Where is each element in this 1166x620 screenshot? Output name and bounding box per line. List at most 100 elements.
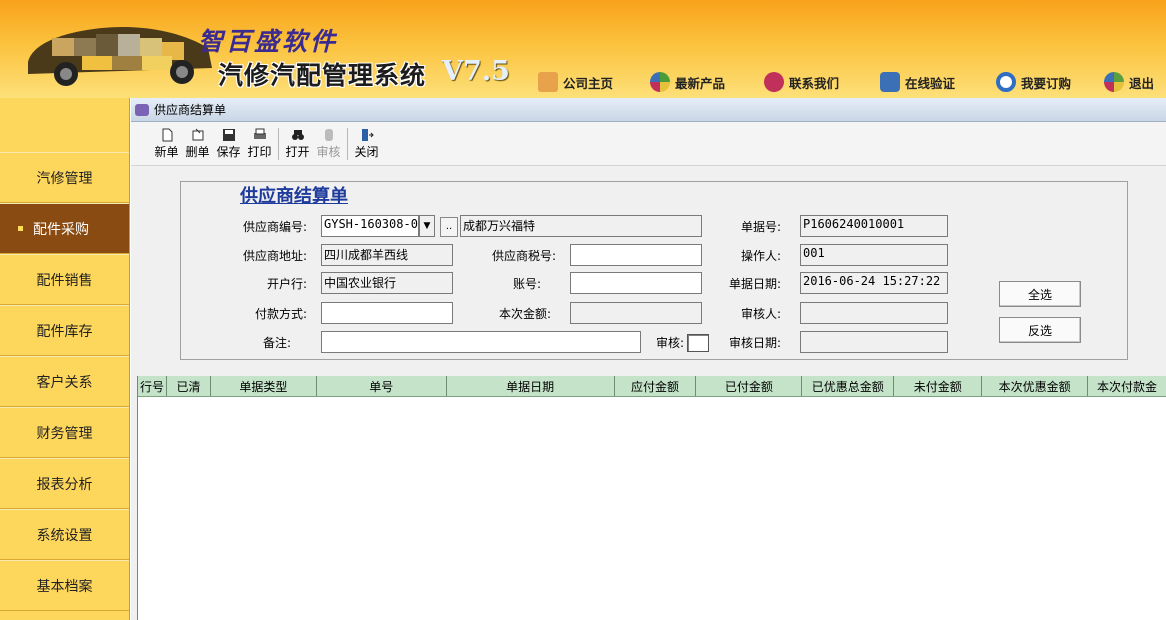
supplier-code-combo[interactable]: GYSH-160308-0( <box>321 215 419 237</box>
remark-field[interactable] <box>321 331 641 353</box>
close-button[interactable]: 关闭 <box>351 128 382 160</box>
audit-label: 审核: <box>655 336 684 350</box>
document-window: 供应商结算单 新单 删单 保存 打印 打开 审核 关闭 供应商结算单 供应商编号… <box>131 98 1166 620</box>
sidebar-item-label: 客户关系 <box>36 374 93 391</box>
link-icon <box>880 72 900 92</box>
nav-home[interactable]: 公司主页 <box>538 72 650 92</box>
nav-contact[interactable]: 联系我们 <box>764 72 880 92</box>
bank-label: 开户行: <box>266 277 307 291</box>
sidebar-item-label: 系统设置 <box>36 527 93 544</box>
nav-products-label: 最新产品 <box>675 75 726 91</box>
grid-column-header[interactable]: 行号 <box>138 376 167 396</box>
form-title: 供应商结算单 <box>240 186 348 207</box>
grid-column-header[interactable]: 本次优惠金额 <box>982 376 1089 396</box>
sidebar-item-finance[interactable]: 财务管理 <box>0 407 129 458</box>
open-button-label: 打开 <box>285 145 310 159</box>
sidebar-item-label: 配件库存 <box>36 323 93 340</box>
supplier-lookup-button[interactable]: .. <box>440 217 458 237</box>
toolbar: 新单 删单 保存 打印 打开 审核 关闭 <box>131 122 1166 166</box>
grid-column-header[interactable]: 已付金额 <box>696 376 803 396</box>
doc-no-field[interactable]: P1606240010001 <box>800 215 948 237</box>
sidebar-item-purchase[interactable]: 配件采购 <box>0 203 129 254</box>
nav-verify[interactable]: 在线验证 <box>880 72 996 92</box>
grid-column-header[interactable]: 已优惠总金额 <box>802 376 895 396</box>
window-titlebar: 供应商结算单 <box>131 98 1166 122</box>
nav-products[interactable]: 最新产品 <box>650 72 764 92</box>
print-button-label: 打印 <box>247 145 272 159</box>
new-button-label: 新单 <box>154 145 179 159</box>
nav-order[interactable]: 我要订购 <box>996 72 1104 92</box>
system-name: 汽修汽配管理系统 <box>218 61 427 90</box>
nav-contact-label: 联系我们 <box>789 75 840 91</box>
tax-no-label: 供应商税号: <box>491 249 556 263</box>
supplier-name-field[interactable]: 成都万兴福特 <box>460 215 702 237</box>
save-icon <box>222 129 235 141</box>
tax-no-field[interactable] <box>570 244 702 266</box>
grid-column-header[interactable]: 单据日期 <box>447 376 615 396</box>
supplier-code-label: 供应商编号: <box>242 220 307 234</box>
sidebar-item-sales[interactable]: 配件销售 <box>0 254 129 305</box>
address-label: 供应商地址: <box>242 249 307 263</box>
sidebar-item-basic-files[interactable]: 基本档案 <box>0 560 129 611</box>
grid-column-header[interactable]: 单号 <box>317 376 447 396</box>
new-document-icon <box>162 128 172 142</box>
address-field[interactable]: 四川成都羊西线 <box>321 244 453 266</box>
chevron-down-icon[interactable]: ▼ <box>419 215 435 237</box>
car-logo <box>28 26 212 86</box>
pay-method-field[interactable] <box>321 302 453 324</box>
system-version: V7.5 <box>442 56 510 87</box>
operator-label: 操作人: <box>740 249 781 263</box>
exit-door-icon <box>361 129 374 141</box>
pinwheel-icon <box>650 72 670 92</box>
open-button[interactable]: 打开 <box>282 128 313 160</box>
active-bullet-icon <box>18 226 23 231</box>
exit-icon <box>1104 72 1124 92</box>
sidebar-item-label: 配件销售 <box>36 272 93 289</box>
grid-column-header[interactable]: 应付金额 <box>615 376 697 396</box>
account-field[interactable] <box>570 272 702 294</box>
audit-button[interactable]: 审核 <box>313 128 344 160</box>
remark-label: 备注: <box>262 336 291 350</box>
delete-document-icon <box>192 128 203 141</box>
sidebar-item-reports[interactable]: 报表分析 <box>0 458 129 509</box>
amount-label: 本次金额: <box>498 307 551 321</box>
sidebar-item-settings[interactable]: 系统设置 <box>0 509 129 560</box>
print-button[interactable]: 打印 <box>244 128 275 160</box>
search-icon <box>996 72 1016 92</box>
bank-field[interactable]: 中国农业银行 <box>321 272 453 294</box>
print-icon <box>253 128 266 139</box>
audit-date-field[interactable] <box>800 331 948 353</box>
select-all-button[interactable]: 全选 <box>999 281 1081 307</box>
nav-exit[interactable]: 退出 <box>1104 72 1164 92</box>
brand-name: 智百盛软件 <box>198 27 339 56</box>
delete-button[interactable]: 删单 <box>182 128 213 160</box>
sidebar-item-crm[interactable]: 客户关系 <box>0 356 129 407</box>
auditor-field[interactable] <box>800 302 948 324</box>
sidebar-item-repair[interactable]: 汽修管理 <box>0 152 129 203</box>
nav-exit-label: 退出 <box>1129 75 1155 91</box>
nav-order-label: 我要订购 <box>1021 75 1072 91</box>
detail-grid[interactable]: 行号 已清 单据类型 单号 单据日期 应付金额 已付金额 已优惠总金额 未付金额… <box>137 376 1166 620</box>
window-icon <box>135 103 149 116</box>
grid-column-header[interactable]: 未付金额 <box>894 376 983 396</box>
amount-field[interactable] <box>570 302 702 324</box>
new-button[interactable]: 新单 <box>151 128 182 160</box>
close-button-label: 关闭 <box>354 145 379 159</box>
doc-date-field[interactable]: 2016-06-24 15:27:22 <box>800 272 948 294</box>
audit-date-label: 审核日期: <box>728 336 781 350</box>
grid-column-header[interactable]: 已清 <box>167 376 211 396</box>
operator-field[interactable]: 001 <box>800 244 948 266</box>
auditor-label: 审核人: <box>740 307 781 321</box>
invert-select-button[interactable]: 反选 <box>999 317 1081 343</box>
sidebar: 汽修管理 配件采购 配件销售 配件库存 客户关系 财务管理 报表分析 系统设置 … <box>0 98 130 620</box>
sidebar-item-inventory[interactable]: 配件库存 <box>0 305 129 356</box>
audit-icon <box>324 129 333 141</box>
grid-column-header[interactable]: 单据类型 <box>211 376 317 396</box>
grid-column-header[interactable]: 本次付款金 <box>1088 376 1166 396</box>
app-header: 智百盛软件 汽修汽配管理系统 V7.5 公司主页 最新产品 联系我们 在线验证 … <box>0 0 1166 98</box>
binoculars-icon <box>291 130 304 140</box>
settlement-form: 供应商结算单 供应商编号: GYSH-160308-0( ▼ .. 成都万兴福特… <box>180 181 1128 360</box>
sidebar-item-label: 报表分析 <box>36 476 93 493</box>
save-button[interactable]: 保存 <box>213 128 244 160</box>
contact-icon <box>764 72 784 92</box>
